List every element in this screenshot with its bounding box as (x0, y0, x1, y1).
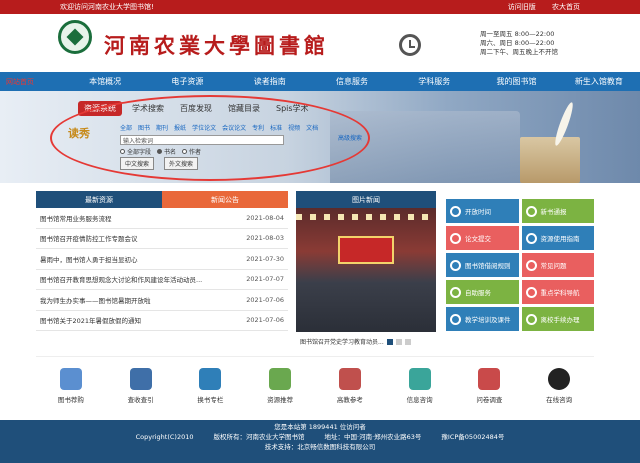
question-icon (525, 259, 537, 271)
location-icon (525, 286, 537, 298)
news-panel: 最新资源 新闻公告 图书馆常用业务服务流程 2021-08-04 图书馆召开疫情防… (36, 191, 288, 331)
nav-e-resources[interactable]: 电子资源 (146, 76, 228, 87)
quick-book-recommend[interactable]: 图书荐购 (36, 357, 106, 414)
opening-hours: 周一至周五 8:00—22:00 周六、周日 8:00—22:00 周二下午、周… (480, 30, 558, 56)
welcome-text: 欢迎访问河南农业大学图书馆! (60, 3, 154, 11)
quick-book-exchange[interactable]: 换书专栏 (176, 357, 246, 414)
tech-support: 技术支持：北京畅信数图科技有限公司 (264, 443, 376, 451)
photo-news-header: 图片新闻 (296, 191, 436, 208)
photo-news-caption[interactable]: 图书馆召开党史学习教育动员... (296, 332, 436, 351)
at-sign-icon (199, 367, 222, 390)
nav-my-library[interactable]: 我的图书馆 (475, 76, 557, 87)
news-row[interactable]: 图书馆关于2021年暑假放假的通知 2021-07-06 (36, 311, 288, 331)
nav-info-service[interactable]: 信息服务 (311, 76, 393, 87)
tab-news-announcements[interactable]: 新闻公告 (162, 191, 288, 208)
copyright: Copyright(C)2010 (135, 433, 194, 441)
stacked-books-icon (338, 367, 361, 390)
quick-higher-edu-reference[interactable]: 高教参考 (315, 357, 385, 414)
slide-dot[interactable] (404, 338, 411, 345)
book-icon (525, 205, 537, 217)
nav-home[interactable]: 网站首页 (6, 77, 64, 87)
quick-survey[interactable]: 问卷调查 (455, 357, 525, 414)
nav-freshman-education[interactable]: 新生入馆教育 (558, 76, 640, 87)
books-icon (129, 367, 152, 390)
university-home-link[interactable]: 农大首页 (552, 3, 580, 11)
books-image (520, 137, 580, 183)
icp-number[interactable]: 豫ICP备05002484号 (441, 432, 504, 442)
clock-icon (399, 34, 421, 56)
clock-icon (450, 205, 461, 217)
news-row[interactable]: 图书馆召开教育思想观念大讨论和作风建设年活动动员... 2021-07-07 (36, 270, 288, 290)
tile-new-books[interactable]: 新书通报 (521, 199, 594, 223)
survey-icon (478, 367, 501, 390)
visitor-count: 您是本站第 1899441 位访问者 (274, 423, 366, 431)
tile-thesis-submit[interactable]: 论文提交 (446, 226, 519, 250)
quick-citation-search[interactable]: 查收查引 (106, 357, 176, 414)
tile-resource-guide[interactable]: 资源使用指南 (521, 226, 594, 250)
check-icon (525, 313, 537, 325)
quick-info-consult[interactable]: 信息咨询 (385, 357, 455, 414)
photo-news-panel: 图片新闻 图书馆召开党史学习教育动员... (296, 191, 436, 351)
highlight-ellipse (50, 95, 370, 181)
mail-icon (408, 367, 431, 390)
top-bar: 欢迎访问河南农业大学图书馆! 访问旧版 农大首页 (0, 0, 640, 14)
university-seal-icon (58, 20, 92, 54)
news-row[interactable]: 我为师生办实事——图书馆暑期开放啦 2021-07-06 (36, 290, 288, 311)
news-row[interactable]: 图书馆召开疫情防控工作专题会议 2021-08-03 (36, 229, 288, 249)
tile-borrow-rules[interactable]: 图书馆借阅规则 (446, 253, 519, 277)
tile-subject-navigation[interactable]: 重点学科导航 (521, 280, 594, 304)
old-version-link[interactable]: 访问旧版 (508, 3, 536, 11)
book-recommend-icon (59, 367, 82, 390)
service-tiles: 开放时间 新书通报 论文提交 资源使用指南 图书馆借阅规则 常见问题 自助服务 … (446, 199, 594, 331)
news-row[interactable]: 图书馆常用业务服务流程 2021-08-04 (36, 208, 288, 229)
site-footer: 您是本站第 1899441 位访问者 Copyright(C)2010 版权所有… (0, 420, 640, 463)
slide-dot[interactable] (395, 338, 402, 345)
nav-subject-service[interactable]: 学科服务 (393, 76, 475, 87)
qq-penguin-icon (548, 367, 571, 390)
quick-online-consult[interactable]: 在线咨询 (524, 357, 594, 414)
graduation-cap-icon (450, 232, 461, 244)
tile-training-courseware[interactable]: 教学培训及课件 (446, 307, 519, 331)
library-logo[interactable]: 河南农業大學圖書館 (104, 30, 329, 60)
photo-news-image[interactable] (296, 208, 436, 332)
quick-links: 图书荐购 查收查引 换书专栏 资源推荐 高教参考 信息咨询 问卷调查 在线咨询 (36, 356, 594, 414)
copyright-owner: 版权所有：河南农业大学图书馆 (213, 433, 305, 441)
tab-latest-resources[interactable]: 最新资源 (36, 191, 162, 208)
site-header: 河南农業大學圖書館 周一至周五 8:00—22:00 周六、周日 8:00—22… (0, 14, 640, 72)
main-nav: 网站首页 本馆概况 电子资源 读者指南 信息服务 学科服务 我的图书馆 新生入馆… (0, 72, 640, 91)
device-icon (450, 286, 461, 298)
checklist-icon (269, 367, 292, 390)
address: 地址：中国·河南·郑州农业路63号 (324, 433, 422, 441)
tile-self-service[interactable]: 自助服务 (446, 280, 519, 304)
guide-icon (525, 232, 537, 244)
quick-resource-recommend[interactable]: 资源推荐 (245, 357, 315, 414)
news-row[interactable]: 暑雨中，图书馆人勇于担当显初心 2021-07-30 (36, 249, 288, 270)
tile-opening-hours[interactable]: 开放时间 (446, 199, 519, 223)
presentation-icon (450, 313, 461, 325)
tile-faq[interactable]: 常见问题 (521, 253, 594, 277)
nav-about[interactable]: 本馆概况 (64, 76, 146, 87)
slide-dot[interactable] (386, 338, 393, 345)
search-banner: 资源系统 学术搜索 百度发现 馆藏目录 Spis学术 读秀 全部 图书 期刊 报… (0, 91, 640, 183)
nav-reader-guide[interactable]: 读者指南 (229, 76, 311, 87)
warning-icon (450, 259, 461, 271)
tile-leaving-procedure[interactable]: 离校手续办理 (521, 307, 594, 331)
